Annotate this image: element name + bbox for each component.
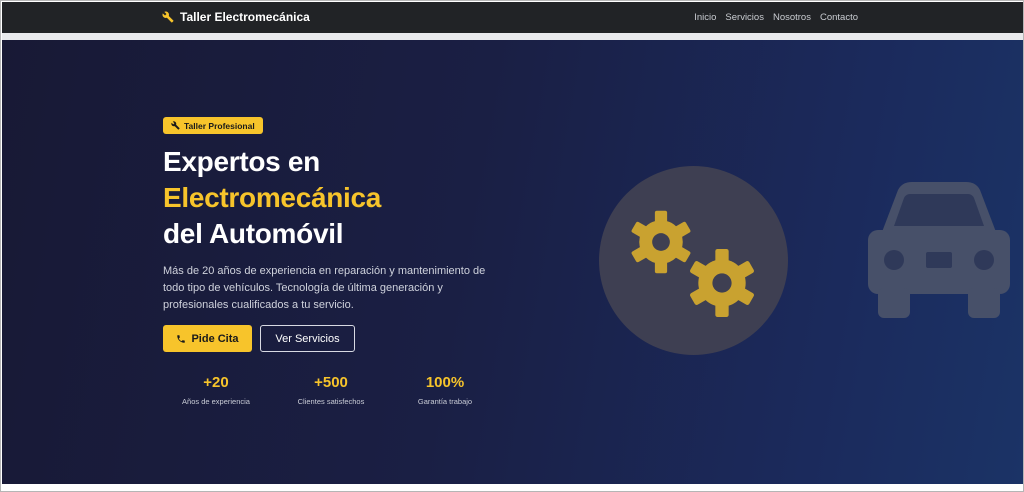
brand-name: Taller Electromecánica xyxy=(180,10,310,24)
headline-line-1: Expertos en xyxy=(163,146,320,177)
stat-warranty: 100% Garantía trabajo xyxy=(385,374,505,406)
hero-badge: Taller Profesional xyxy=(163,117,263,134)
gear-icon xyxy=(690,248,754,318)
headline-line-3: del Automóvil xyxy=(163,218,344,249)
ver-servicios-button[interactable]: Ver Servicios xyxy=(260,325,355,352)
gears-illustration xyxy=(599,166,788,355)
stat-label: Garantía trabajo xyxy=(417,397,473,406)
header-divider xyxy=(2,33,1023,40)
browser-frame: Taller Electromecánica Inicio Servicios … xyxy=(0,0,1024,492)
stat-value: +20 xyxy=(203,374,229,391)
stat-label: Clientes satisfechos xyxy=(297,397,365,406)
nav-link-contacto[interactable]: Contacto xyxy=(820,12,858,23)
car-icon xyxy=(868,182,1010,318)
nav-links: Inicio Servicios Nosotros Contacto xyxy=(694,12,858,23)
nav-link-nosotros[interactable]: Nosotros xyxy=(773,12,811,23)
pide-cita-label: Pide Cita xyxy=(191,332,239,345)
wrench-icon xyxy=(162,11,174,23)
nav-link-inicio[interactable]: Inicio xyxy=(694,12,716,23)
navbar: Taller Electromecánica Inicio Servicios … xyxy=(2,2,1023,33)
phone-icon xyxy=(177,334,186,343)
pide-cita-button[interactable]: Pide Cita xyxy=(163,325,252,352)
stat-clients: +500 Clientes satisfechos xyxy=(271,374,391,406)
hero-description: Más de 20 años de experiencia en reparac… xyxy=(163,265,486,311)
hero-section: Taller Profesional Expertos en Electrome… xyxy=(2,40,1023,484)
wrench-icon xyxy=(171,121,180,130)
nav-link-servicios[interactable]: Servicios xyxy=(725,12,764,23)
stat-label: Años de experiencia xyxy=(182,397,250,406)
stat-experience: +20 Años de experiencia xyxy=(156,374,276,406)
hero-headline: Expertos en Electromecánica del Automóvi… xyxy=(163,144,381,252)
headline-accent: Electromecánica xyxy=(163,182,382,213)
stat-value: 100% xyxy=(425,374,465,391)
footer-divider xyxy=(2,484,1023,491)
badge-label: Taller Profesional xyxy=(184,120,255,131)
brand-logo[interactable]: Taller Electromecánica xyxy=(162,10,310,24)
stat-value: +500 xyxy=(314,374,348,391)
